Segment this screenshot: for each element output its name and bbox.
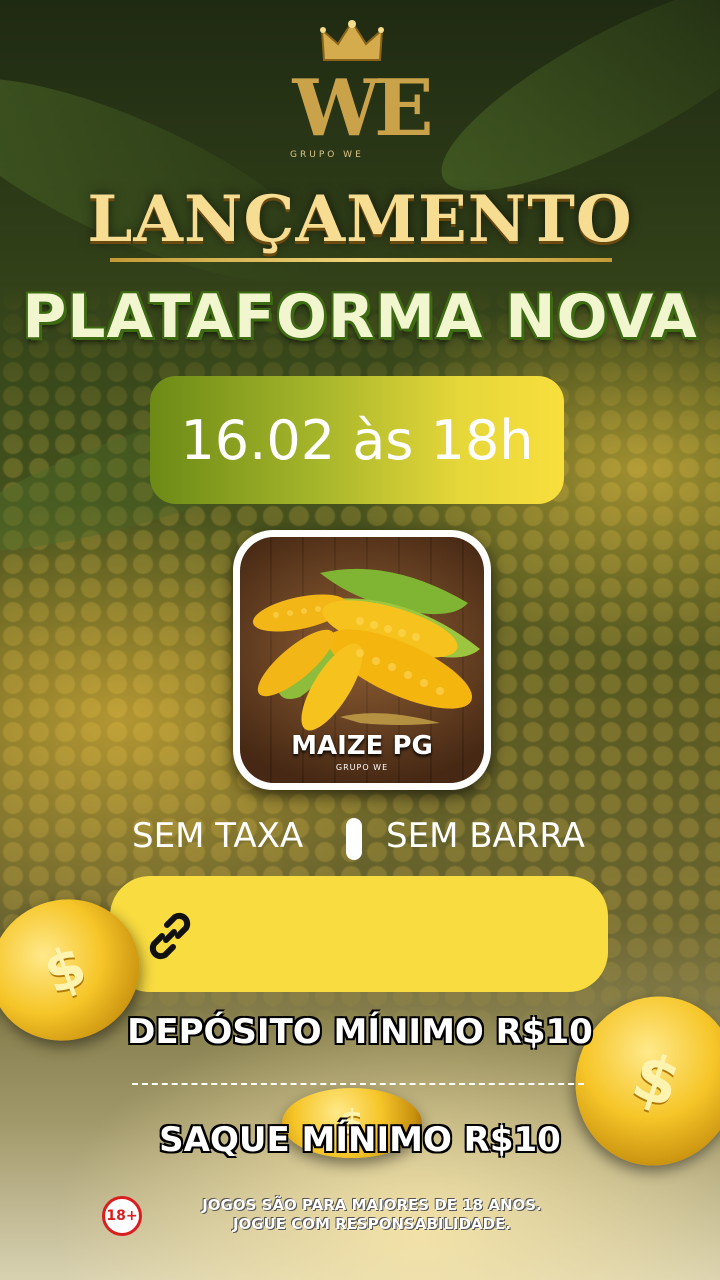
disclaimer-line-1: JOGOS SÃO PARA MAIORES DE 18 ANOS.: [202, 1196, 542, 1214]
gold-divider: [110, 258, 612, 262]
brand-subtitle: GRUPO WE: [290, 150, 364, 160]
min-withdraw-text: SAQUE MÍNIMO R$10: [159, 1120, 561, 1160]
launch-date-badge: 16.02 às 18h: [150, 376, 564, 504]
app-name: MAIZE PG: [291, 731, 433, 761]
disclaimer-line-2: JOGUE COM RESPONSABILIDADE.: [232, 1215, 512, 1233]
link-icon: [149, 912, 191, 960]
min-deposit-text: DEPÓSITO MÍNIMO R$10: [127, 1012, 593, 1052]
age-restriction-badge: 18+: [102, 1196, 142, 1236]
launch-date-text: 16.02 às 18h: [180, 408, 534, 472]
app-icon[interactable]: MAIZE PG GRUPO WE: [233, 530, 491, 790]
responsible-gaming-disclaimer: JOGOS SÃO PARA MAIORES DE 18 ANOS. JOGUE…: [152, 1196, 592, 1234]
promo-screen: WE GRUPO WE LANÇAMENTO PLATAFORMA NOVA 1…: [0, 0, 720, 1280]
features-row: SEM TAXA SEM BARRA: [0, 812, 720, 862]
feature-separator: [346, 818, 362, 860]
platform-link-button[interactable]: [110, 876, 608, 992]
brand-monogram: WE: [292, 63, 433, 154]
feature-no-bar: SEM BARRA: [386, 816, 585, 856]
feature-no-fee: SEM TAXA: [132, 816, 304, 856]
brand-logo: WE: [290, 20, 434, 160]
age-badge-label: 18+: [106, 1208, 138, 1224]
crown-icon: [320, 20, 384, 61]
dashed-divider: [132, 1083, 584, 1085]
headline: LANÇAMENTO: [87, 182, 633, 257]
subheadline: PLATAFORMA NOVA: [22, 282, 698, 352]
app-icon-artwork: MAIZE PG GRUPO WE: [240, 537, 484, 783]
app-publisher: GRUPO WE: [335, 763, 389, 772]
